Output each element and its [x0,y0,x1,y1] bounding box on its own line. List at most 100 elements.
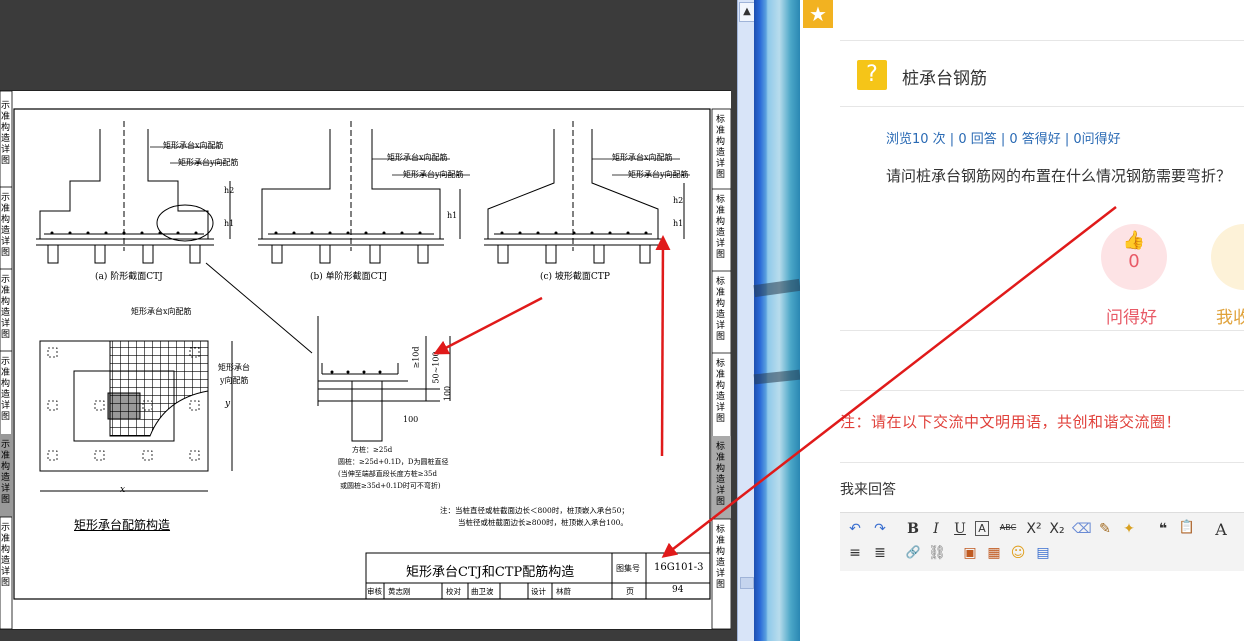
label-x-rebar-a: 矩形承台x向配筋 [163,141,224,150]
scroll-thumb[interactable] [740,577,754,589]
tb-cell-2: 黄志刚 [388,587,411,596]
dim-h1-a: h1 [224,219,235,228]
media-icon[interactable]: ▦ [985,545,1003,561]
detail-note-2: 圆桩：≥25d+0.1D，D为圆桩直径 [338,458,449,466]
font-color-icon[interactable]: A [1212,520,1230,539]
answer-editor[interactable] [840,571,1244,641]
detail-10d: ≥10d [411,346,421,369]
label-x-rebar-b: 矩形承台x向配筋 [387,153,448,162]
left-tab-6[interactable]: 示准构造详图 [1,523,11,589]
title-block-atlas: 16G101-3 [654,562,704,573]
image-icon[interactable]: ▣ [961,545,979,561]
dim-h2-c: h2 [673,196,684,205]
fav-label[interactable]: 我收 [1216,303,1244,328]
eraser-icon[interactable]: ⌫ [1072,521,1092,537]
question-body: 请问桩承台钢筋网的布置在什么情况钢筋需要弯折？ [886,167,1232,185]
detail-note-1: 方桩：≥25d [352,446,393,454]
engineering-drawing [0,91,731,629]
detail-note-3: (当伸至端部直段长度方桩≥35d [338,470,437,478]
redo-icon[interactable]: ↷ [871,521,889,537]
tb-cell-5: 设计 [531,587,546,596]
plan-title: 矩形承台配筋构造 [74,518,171,532]
emoji-icon[interactable]: ☺ [1009,545,1027,561]
right-tab-3[interactable]: 标准构造详图 [716,277,728,343]
dim-h1-c: h1 [673,219,684,228]
brush-icon[interactable]: ✎ [1096,521,1114,537]
caption-c: (c) 坡形截面CTP [540,272,610,282]
detail-note-4: 或圆桩≥35d+0.1D时可不弯折) [340,482,441,490]
strikethrough-icon[interactable]: ABC [997,523,1019,532]
divider [840,390,1244,391]
editor-toolbar: ↶ ↷ B I U A ABC X² X₂ ⌫ ✎ ✦ ❝ 📋 A ≡ ≣ 🔗 … [840,512,1244,572]
title-block-atlas-label: 图集号 [616,564,640,573]
right-tab-5[interactable]: 标准构造详图 [716,442,728,508]
superscript-icon[interactable]: X² [1025,521,1043,537]
divider [840,330,1244,331]
dim-x: x [120,485,126,495]
caption-a: (a) 阶形截面CTJ [95,272,163,282]
label-x-rebar-c: 矩形承台x向配筋 [612,153,673,162]
right-tab-1[interactable]: 标准构造详图 [716,115,728,181]
dim-h1-b: h1 [447,211,458,220]
dim-h2-a: h2 [224,186,235,195]
left-tab-2[interactable]: 示准构造详图 [1,193,11,259]
divider [840,40,1244,41]
label-y-rebar-b: 矩形承台y向配筋 [403,170,464,179]
title-block-page-label: 页 [626,587,634,596]
answer-label: 我来回答 [840,482,896,498]
detail-100b: 100 [443,385,453,402]
caption-b: (b) 单阶形截面CTJ [310,272,388,282]
fav-count: 0 [1211,251,1244,273]
question-title: 桩承台钢筋 [902,69,987,89]
subscript-icon[interactable]: X₂ [1048,521,1066,537]
plan-y-label-1: 矩形承台 [218,363,250,372]
question-icon: ? [857,60,887,90]
right-tab-6[interactable]: 标准构造详图 [716,525,728,591]
thumbs-up-icon: 👍 [1122,230,1146,251]
star-outline-icon: ☆ [1211,230,1244,251]
like-label[interactable]: 问得好 [1106,303,1157,328]
detail-100a: 100 [403,415,419,424]
tb-cell-1: 审核 [367,587,382,596]
dim-y: y [225,399,231,409]
viewer-scrollbar[interactable]: ▲ [737,0,755,641]
notice-text: 注：请在以下交流中文明用语，共创和谐交流圈！ [840,413,1182,431]
left-tab-1[interactable]: 示准构造详图 [1,101,11,167]
title-block-page: 94 [672,585,684,595]
link-icon[interactable]: 🔗 [904,545,922,559]
star-icon[interactable]: ★ [803,0,833,28]
right-tab-4[interactable]: 标准构造详图 [716,359,728,425]
label-y-rebar-a: 矩形承台y向配筋 [178,158,239,167]
undo-icon[interactable]: ↶ [846,521,864,537]
scroll-up-icon[interactable]: ▲ [739,2,755,22]
magic-wand-icon[interactable]: ✦ [1120,521,1138,537]
unlink-icon[interactable]: ⛓ [928,545,946,561]
table-icon[interactable]: ▤ [1034,545,1052,561]
title-block-title: 矩形承台CTJ和CTP配筋构造 [406,565,575,580]
font-border-icon[interactable]: A [975,521,989,536]
divider [840,106,1244,107]
left-tab-3[interactable]: 示准构造详图 [1,275,11,341]
tb-cell-4: 曲卫波 [471,587,494,596]
paste-icon[interactable]: 📋 [1178,520,1196,535]
align-left-icon[interactable]: ≡ [846,545,864,561]
italic-icon[interactable]: I [927,521,945,537]
drawing-page: 矩形承台x向配筋 矩形承台y向配筋 矩形承台x向配筋 矩形承台y向配筋 矩形承台… [0,90,731,630]
desktop-background [753,0,801,641]
like-button[interactable]: 👍 0 [1101,224,1167,290]
tb-cell-6: 林蔚 [556,587,571,596]
plan-y-label-2: y向配筋 [220,376,249,385]
bold-icon[interactable]: B [904,521,922,537]
plan-x-label: 矩形承台x向配筋 [131,307,192,316]
underline-icon[interactable]: U [951,521,969,537]
right-tab-2[interactable]: 标准构造详图 [716,195,728,261]
question-stats[interactable]: 浏览10 次 | 0 回答 | 0 答得好 | 0问得好 [886,128,1121,147]
detail-50-100: 50~100 [431,351,441,384]
justify-icon[interactable]: ≣ [871,545,889,561]
note-1: 注：当桩直径或桩截面边长＜800时，桩顶嵌入承台50； [440,506,629,515]
like-count: 0 [1128,251,1140,272]
tb-cell-3: 校对 [446,587,461,596]
quote-icon[interactable]: ❝ [1154,521,1172,537]
left-tab-5[interactable]: 示准构造详图 [1,440,11,506]
left-tab-4[interactable]: 示准构造详图 [1,357,11,423]
